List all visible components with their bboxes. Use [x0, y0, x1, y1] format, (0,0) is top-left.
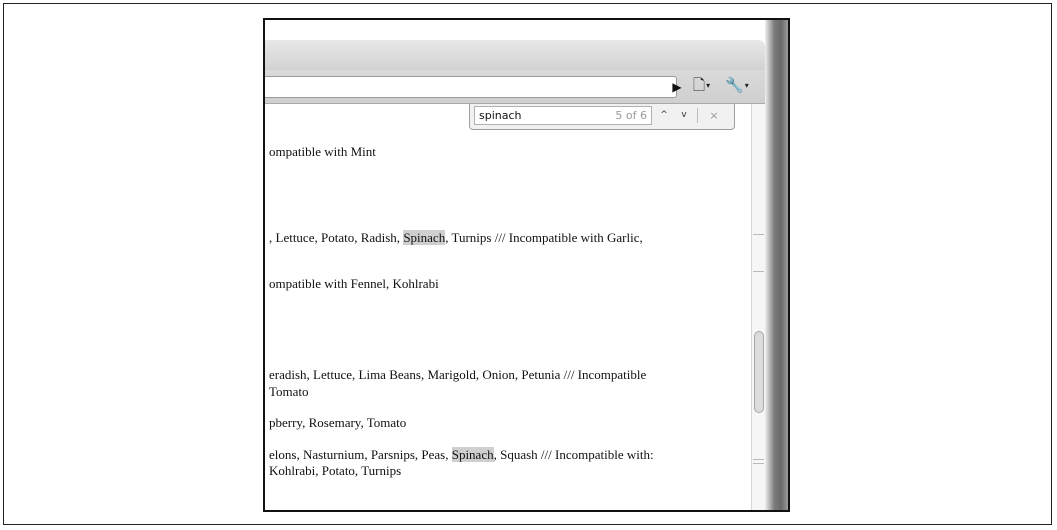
content-line: eradish, Lettuce, Lima Beans, Marigold, …: [269, 367, 647, 382]
search-highlight: Spinach: [451, 447, 494, 462]
wrench-menu-button[interactable]: 🔧▾: [725, 76, 757, 96]
close-icon[interactable]: ×: [706, 107, 722, 124]
page-content: ompatible with Mint , Lettuce, Potato, R…: [265, 104, 751, 510]
content-line: pberry, Rosemary, Tomato: [269, 415, 407, 430]
scroll-match-marker: [753, 271, 764, 272]
scroll-match-marker: [753, 234, 764, 235]
content-line: elons, Nasturnium, Parsnips, Peas, Spina…: [269, 447, 654, 462]
browser-crop: ▶ 🗋▾ 🔧▾ ompatible with Mint , Lettuce, P…: [263, 18, 790, 512]
find-bar: spinach 5 of 6 ^ v ×: [469, 104, 735, 130]
find-next-button[interactable]: v: [676, 107, 692, 124]
go-icon[interactable]: ▶: [669, 78, 685, 96]
scroll-match-marker: [753, 459, 764, 460]
scroll-match-marker: [753, 463, 764, 464]
find-match-count: 5 of 6: [615, 109, 647, 122]
chevron-down-icon: ▾: [706, 81, 711, 91]
content-line: Kohlrabi, Potato, Turnips: [269, 463, 402, 478]
window-shadow: [765, 20, 788, 510]
divider: [697, 108, 698, 123]
vertical-scrollbar[interactable]: [751, 104, 765, 510]
title-bar: [265, 40, 765, 70]
content-line: , Lettuce, Potato, Radish, Spinach, Turn…: [269, 230, 643, 245]
page-menu-button[interactable]: 🗋▾: [693, 76, 721, 96]
find-input[interactable]: spinach 5 of 6: [474, 106, 652, 125]
find-previous-button[interactable]: ^: [656, 107, 672, 124]
find-query: spinach: [479, 109, 522, 122]
scrollbar-thumb[interactable]: [754, 331, 764, 413]
wrench-icon: 🔧: [725, 77, 744, 94]
browser-window: ▶ 🗋▾ 🔧▾ ompatible with Mint , Lettuce, P…: [265, 40, 765, 510]
address-bar[interactable]: [265, 76, 677, 98]
desktop-background: [265, 20, 765, 40]
content-line: ompatible with Mint: [269, 144, 376, 159]
content-line: Tomato: [269, 384, 309, 399]
page-icon: 🗋: [693, 77, 706, 94]
search-highlight: Spinach: [403, 230, 446, 245]
chevron-down-icon: ▾: [744, 81, 749, 91]
toolbar: ▶ 🗋▾ 🔧▾: [265, 70, 765, 104]
content-line: ompatible with Fennel, Kohlrabi: [269, 276, 439, 291]
